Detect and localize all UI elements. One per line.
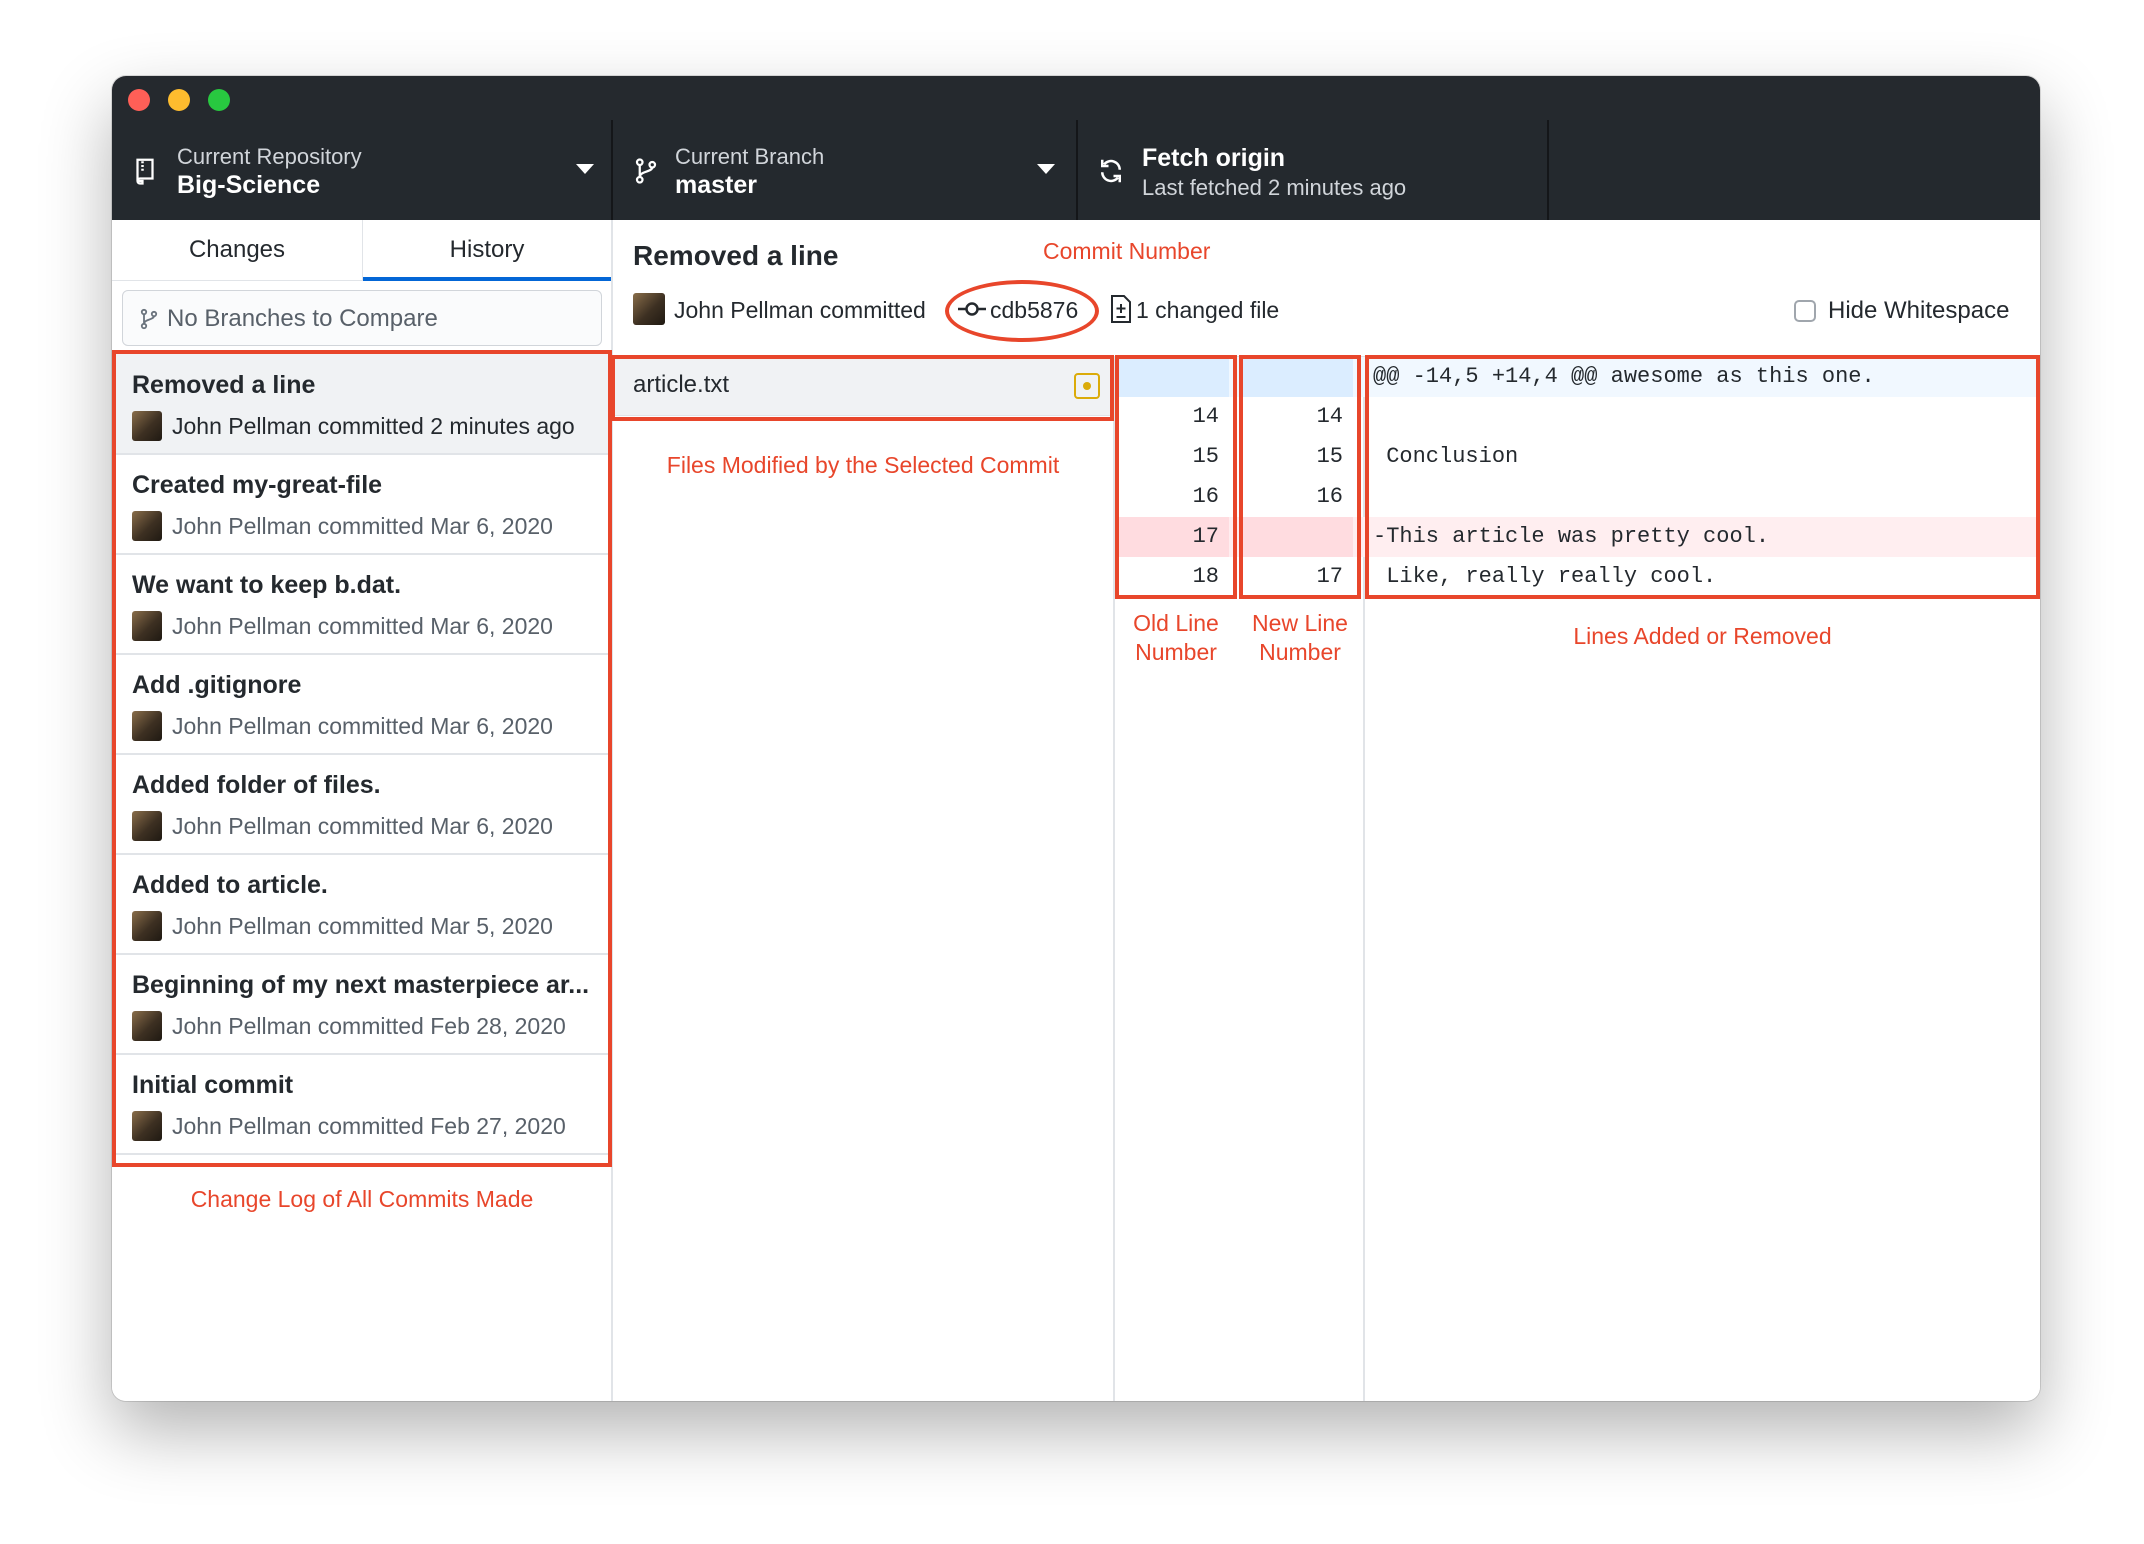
new-line-annotation-line2: Number (1259, 639, 1341, 665)
zoom-window-button[interactable] (208, 89, 230, 111)
branch-icon (140, 308, 158, 330)
commit-number-annotation-ellipse (945, 280, 1099, 342)
changed-files-count: 1 changed file (1136, 297, 1280, 323)
branch-name: master (675, 171, 757, 199)
sync-icon (1101, 159, 1121, 183)
new-line-annotation: New Line Number (1239, 609, 1361, 667)
new-line-annotation-line1: New Line (1252, 610, 1348, 636)
hide-whitespace-label[interactable]: Hide Whitespace (1828, 297, 2009, 325)
chevron-down-icon (576, 164, 594, 174)
commit-summary-title: Removed a line (633, 240, 839, 271)
sidebar: Changes History No Branches to Compare R… (112, 220, 613, 1401)
diff-view: @@ -14,5 +14,4 @@ awesome as this one. 1… (1115, 355, 2040, 1401)
commit-number-annotation: Commit Number (1043, 238, 1211, 264)
branch-label: Current Branch (675, 144, 825, 169)
old-line-annotation-box (1115, 355, 1237, 599)
chevron-down-icon (1037, 164, 1055, 174)
change-log-annotation: Change Log of All Commits Made (190, 1186, 534, 1212)
toolbar: Current Repository Big-Science Current B… (112, 120, 2040, 220)
old-line-annotation-line1: Old Line (1133, 610, 1219, 636)
commit-detail: Removed a line Commit Number John Pellma… (611, 220, 2040, 1401)
title-bar (112, 76, 2040, 120)
repository-selector[interactable]: Current Repository Big-Science (112, 120, 613, 220)
commit-author: John Pellman committed (674, 297, 926, 323)
files-modified-annotation: Files Modified by the Selected Commit (666, 452, 1060, 478)
fetch-origin-label: Fetch origin (1142, 144, 1286, 172)
tab-history[interactable]: History (363, 220, 611, 281)
files-annotation-box (611, 355, 1114, 421)
compare-branch-input[interactable]: No Branches to Compare (122, 290, 602, 346)
changed-files-list: article.txt Files Modified by the Select… (611, 355, 1115, 1401)
repository-label: Current Repository (177, 144, 362, 169)
last-fetched-text: Last fetched 2 minutes ago (1142, 175, 1407, 200)
lines-changed-annotation: Lines Added or Removed (1573, 623, 1832, 649)
close-window-button[interactable] (128, 89, 150, 111)
branch-icon (635, 158, 657, 184)
compare-placeholder: No Branches to Compare (167, 305, 438, 332)
old-line-annotation-line2: Number (1135, 639, 1217, 665)
app-window: Current Repository Big-Science Current B… (112, 76, 2040, 1401)
avatar (633, 293, 665, 325)
new-line-annotation-box (1239, 355, 1361, 599)
hide-whitespace-checkbox[interactable] (1794, 300, 1816, 322)
repository-name: Big-Science (177, 171, 321, 199)
old-line-annotation: Old Line Number (1115, 609, 1237, 667)
minimize-window-button[interactable] (168, 89, 190, 111)
branch-selector[interactable]: Current Branch master (613, 120, 1078, 220)
lines-changed-annotation-box (1365, 355, 2040, 599)
file-diff-icon (1111, 295, 1131, 323)
commit-log-annotation-box (112, 350, 612, 1167)
tab-changes[interactable]: Changes (112, 220, 363, 281)
repo-icon (136, 158, 154, 185)
fetch-origin-button[interactable]: Fetch origin Last fetched 2 minutes ago (1078, 120, 1549, 220)
